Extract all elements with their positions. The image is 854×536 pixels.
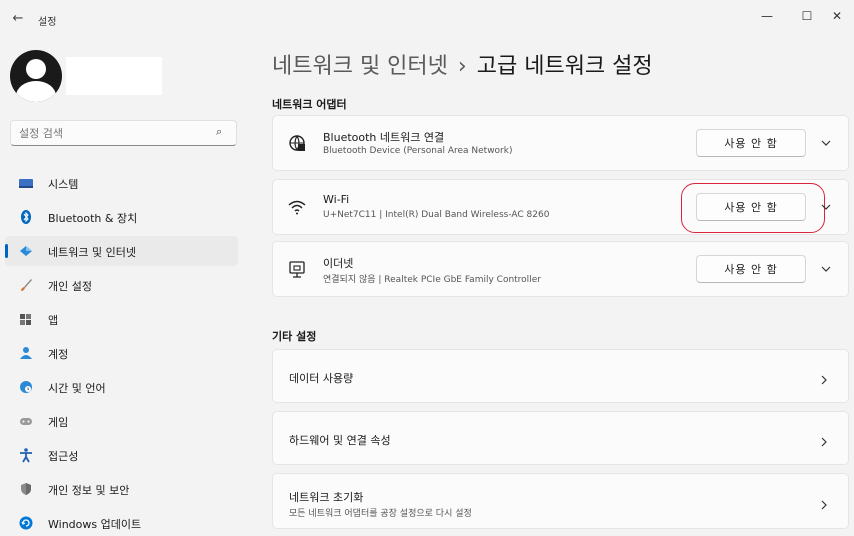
breadcrumb-separator: › xyxy=(457,54,467,79)
update-icon xyxy=(18,515,34,531)
sidebar-item-personalization[interactable]: 개인 설정 xyxy=(5,270,238,300)
sidebar-item-accounts[interactable]: 계정 xyxy=(5,338,238,368)
section-title-other: 기타 설정 xyxy=(272,330,317,343)
search-icon[interactable]: ⌕ xyxy=(216,125,222,139)
adapter-name: 이더넷 xyxy=(323,257,354,270)
sidebar: ⌕ 시스템 Bluetooth & 장치 네트워크 및 인터넷 개인 설정 앱 xyxy=(0,40,250,536)
other-item-label: 네트워크 초기화 xyxy=(289,491,364,504)
sidebar-item-privacy[interactable]: 개인 정보 및 보안 xyxy=(5,474,238,504)
accessibility-icon xyxy=(18,447,34,463)
sidebar-item-time-language[interactable]: 시간 및 언어 xyxy=(5,372,238,402)
disable-ethernet-button[interactable]: 사용 안 함 xyxy=(696,255,806,283)
main-content: 네트워크 및 인터넷 › 고급 네트워크 설정 네트워크 어댑터 Bluetooth… xyxy=(260,40,854,536)
sidebar-item-label: 시간 및 언어 xyxy=(48,382,106,395)
chevron-right-icon xyxy=(818,496,830,510)
bluetooth-network-icon xyxy=(287,133,307,153)
sidebar-item-system[interactable]: 시스템 xyxy=(5,168,238,198)
hardware-properties-item[interactable]: 하드웨어 및 연결 속성 xyxy=(272,411,849,465)
sidebar-item-network[interactable]: 네트워크 및 인터넷 xyxy=(5,236,238,266)
title-bar: ← 설정 — ☐ ✕ xyxy=(0,0,854,40)
sidebar-item-label: 게임 xyxy=(48,416,69,429)
data-usage-item[interactable]: 데이터 사용량 xyxy=(272,349,849,403)
sidebar-item-windows-update[interactable]: Windows 업데이트 xyxy=(5,508,238,536)
selection-indicator xyxy=(5,244,8,258)
chevron-down-icon[interactable] xyxy=(818,261,834,277)
network-reset-item[interactable]: 네트워크 초기화 모든 네트워크 어댑터를 공장 설정으로 다시 설정 xyxy=(272,473,849,529)
username-redacted xyxy=(66,57,162,95)
maximize-button[interactable]: ☐ xyxy=(792,6,822,26)
sidebar-item-label: 앱 xyxy=(48,314,59,327)
sidebar-item-label: 계정 xyxy=(48,348,69,361)
sidebar-item-gaming[interactable]: 게임 xyxy=(5,406,238,436)
other-item-description: 모든 네트워크 어댑터를 공장 설정으로 다시 설정 xyxy=(289,509,472,519)
sidebar-item-label: Windows 업데이트 xyxy=(48,518,142,531)
adapter-card-wifi[interactable]: Wi-Fi U+Net7C11 | Intel(R) Dual Band Wir… xyxy=(272,179,849,235)
back-arrow-icon[interactable]: ← xyxy=(10,10,26,28)
close-button[interactable]: ✕ xyxy=(822,6,852,26)
gamepad-icon xyxy=(18,413,34,429)
breadcrumb-current: 고급 네트워크 설정 xyxy=(476,54,653,79)
bluetooth-icon xyxy=(18,209,34,225)
breadcrumb-parent[interactable]: 네트워크 및 인터넷 xyxy=(272,54,448,79)
sidebar-item-label: Bluetooth & 장치 xyxy=(48,212,138,225)
avatar-body xyxy=(16,81,56,102)
avatar[interactable] xyxy=(10,50,62,102)
adapter-description: Bluetooth Device (Personal Area Network) xyxy=(323,146,513,156)
other-item-label: 하드웨어 및 연결 속성 xyxy=(289,434,391,447)
disable-bluetooth-button[interactable]: 사용 안 함 xyxy=(696,129,806,157)
monitor-icon xyxy=(18,175,34,191)
disable-wifi-button[interactable]: 사용 안 함 xyxy=(696,193,806,221)
sidebar-item-label: 접근성 xyxy=(48,450,79,463)
adapter-card-bluetooth[interactable]: Bluetooth 네트워크 연결 Bluetooth Device (Pers… xyxy=(272,115,849,171)
page-title: 네트워크 및 인터넷 › 고급 네트워크 설정 xyxy=(272,48,653,80)
chevron-right-icon xyxy=(818,371,830,385)
sidebar-item-label: 개인 설정 xyxy=(48,280,92,293)
minimize-button[interactable]: — xyxy=(752,6,782,26)
other-item-label: 데이터 사용량 xyxy=(289,372,354,385)
app-title: 설정 xyxy=(38,17,57,28)
chevron-down-icon[interactable] xyxy=(818,135,834,151)
sidebar-item-label: 시스템 xyxy=(48,178,79,191)
sidebar-item-label: 네트워크 및 인터넷 xyxy=(48,246,136,259)
person-icon xyxy=(18,345,34,361)
adapter-description: U+Net7C11 | Intel(R) Dual Band Wireless-… xyxy=(323,210,550,220)
sidebar-item-accessibility[interactable]: 접근성 xyxy=(5,440,238,470)
avatar-head xyxy=(26,59,46,79)
sidebar-item-label: 개인 정보 및 보안 xyxy=(48,484,130,497)
globe-clock-icon xyxy=(18,379,34,395)
adapter-card-ethernet[interactable]: 이더넷 연결되지 않음 | Realtek PCIe GbE Family Co… xyxy=(272,241,849,297)
adapter-name: Bluetooth 네트워크 연결 xyxy=(323,131,445,144)
brush-icon xyxy=(18,277,34,293)
sidebar-item-bluetooth[interactable]: Bluetooth & 장치 xyxy=(5,202,238,232)
search-input[interactable] xyxy=(10,120,237,146)
adapter-name: Wi-Fi xyxy=(323,193,350,206)
sidebar-item-apps[interactable]: 앱 xyxy=(5,304,238,334)
chevron-down-icon[interactable] xyxy=(818,199,834,215)
chevron-right-icon xyxy=(818,433,830,447)
ethernet-icon xyxy=(287,259,307,279)
wifi-icon xyxy=(287,197,307,217)
section-title-adapters: 네트워크 어댑터 xyxy=(272,98,347,111)
adapter-description: 연결되지 않음 | Realtek PCIe GbE Family Contro… xyxy=(323,275,541,285)
shield-icon xyxy=(18,481,34,497)
apps-icon xyxy=(18,311,34,327)
network-diamond-icon xyxy=(18,243,34,259)
